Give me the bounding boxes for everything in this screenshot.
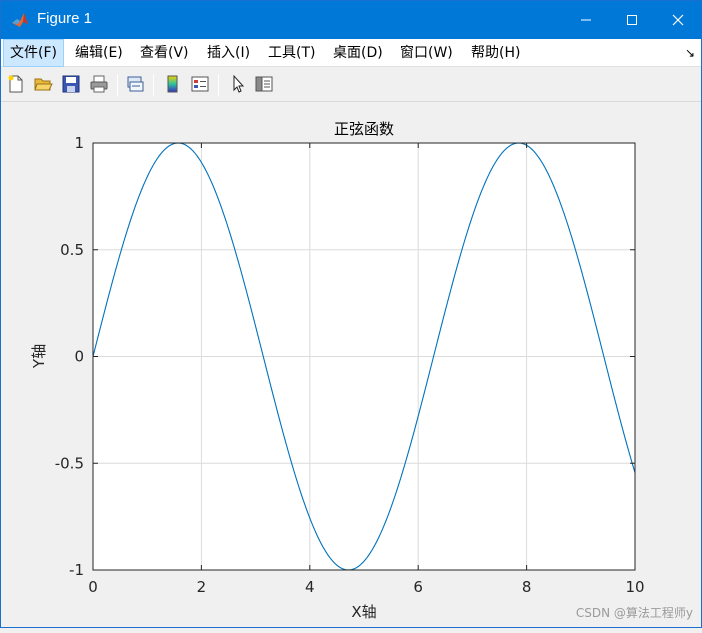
- y-axis-label: Y轴: [30, 344, 48, 369]
- open-file-icon: [34, 78, 53, 91]
- x-axis-label: X轴: [351, 603, 376, 621]
- figure-canvas[interactable]: 0 2 4 6 8 10 1 0.5 0 -0.5 -1 正弦函数 X轴 Y轴 CSDN @算法工程…: [1, 103, 701, 629]
- close-button[interactable]: [655, 1, 701, 39]
- minimize-button[interactable]: [563, 1, 609, 39]
- print-icon: [90, 75, 108, 93]
- colorbar-button[interactable]: [161, 72, 185, 96]
- save-button[interactable]: [59, 72, 83, 96]
- menu-edit[interactable]: 编辑(E): [69, 39, 129, 67]
- print-button[interactable]: [87, 72, 111, 96]
- sine-chart: 0 2 4 6 8 10 1 0.5 0 -0.5 -1 正弦函数 X轴 Y轴: [30, 120, 645, 621]
- dock-arrow-icon[interactable]: ↘: [685, 46, 695, 60]
- property-editor-button[interactable]: [252, 72, 276, 96]
- menu-tools[interactable]: 工具(T): [262, 39, 321, 67]
- y-tick-label: 0: [74, 348, 84, 366]
- save-icon: [62, 75, 80, 93]
- menu-insert[interactable]: 插入(I): [201, 39, 256, 67]
- chart-title: 正弦函数: [334, 120, 394, 138]
- y-tick-label: 1: [74, 134, 84, 152]
- new-figure-button[interactable]: [4, 72, 28, 96]
- title-bar[interactable]: Figure 1: [1, 1, 701, 39]
- menu-view[interactable]: 查看(V): [134, 39, 195, 67]
- minimize-icon: [581, 19, 591, 21]
- x-tick-label: 8: [522, 578, 532, 596]
- y-tick-label: -1: [69, 561, 84, 579]
- link-button[interactable]: [123, 72, 147, 96]
- toolbar: [1, 68, 701, 102]
- y-tick-label: 0.5: [60, 241, 84, 259]
- matlab-logo-icon: [12, 13, 28, 27]
- x-tick-label: 0: [88, 578, 98, 596]
- legend-button[interactable]: [188, 72, 212, 96]
- new-figure-icon: [8, 75, 23, 93]
- maximize-icon: [627, 15, 637, 25]
- x-tick-label: 6: [413, 578, 423, 596]
- x-tick-label: 10: [625, 578, 644, 596]
- toolbar-separator: [117, 74, 118, 96]
- pointer-icon: [233, 74, 245, 93]
- x-tick-label: 4: [305, 578, 315, 596]
- colorbar-icon: [167, 75, 178, 93]
- toolbar-separator: [218, 74, 219, 96]
- menu-window[interactable]: 窗口(W): [394, 39, 459, 67]
- maximize-button[interactable]: [609, 1, 655, 39]
- y-tick-label: -0.5: [55, 454, 84, 472]
- close-icon: [672, 14, 684, 26]
- x-tick-label: 2: [197, 578, 207, 596]
- figure-window: Figure 1 文件(F) 编辑(E) 查看(V) 插入(I) 工具(T) 桌…: [0, 0, 702, 628]
- legend-icon: [191, 76, 209, 92]
- property-editor-icon: [255, 76, 273, 92]
- window-title: Figure 1: [37, 10, 93, 27]
- menu-desktop[interactable]: 桌面(D): [327, 39, 389, 67]
- menu-bar: 文件(F) 编辑(E) 查看(V) 插入(I) 工具(T) 桌面(D) 窗口(W…: [1, 39, 701, 67]
- link-icon: [127, 76, 144, 92]
- menu-file[interactable]: 文件(F): [3, 39, 64, 67]
- menu-help[interactable]: 帮助(H): [465, 39, 526, 67]
- open-file-button[interactable]: [31, 72, 55, 96]
- toolbar-separator: [153, 74, 154, 96]
- watermark-text: CSDN @算法工程师y: [575, 606, 693, 620]
- pointer-button[interactable]: [226, 72, 250, 96]
